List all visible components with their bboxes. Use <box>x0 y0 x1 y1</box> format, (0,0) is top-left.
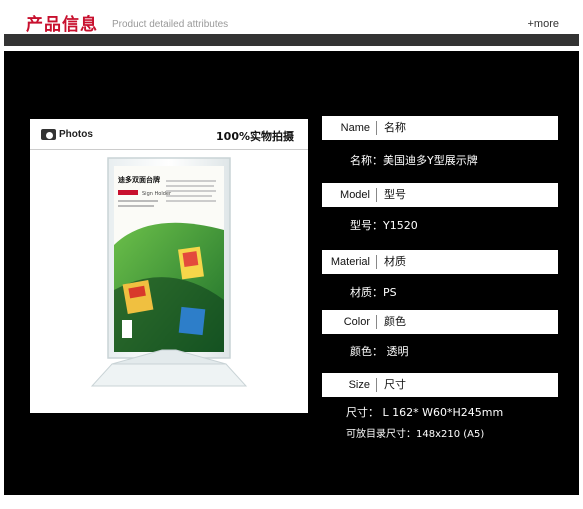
page-header: 产品信息 Product detailed attributes +more <box>0 0 583 36</box>
camera-icon <box>41 129 56 140</box>
spec-row-material: Material 材质 <box>322 250 558 274</box>
more-link[interactable]: +more <box>528 18 560 30</box>
product-photo-card: Photos 100%实物拍摄 迪多双面台牌 Sign Holder <box>30 119 308 413</box>
spec-value-catalog-size: 可放目录尺寸：148x210 (A5) <box>346 429 485 440</box>
spec-key-material: Material <box>330 256 370 268</box>
spec-value-name: 名称：美国迪多Y型展示牌 <box>350 154 478 167</box>
spec-value-color: 颜色： 透明 <box>350 345 409 358</box>
spec-key-size: Size <box>348 379 370 391</box>
spec-separator <box>376 188 377 202</box>
spec-key-cn-size: 尺寸 <box>384 378 406 391</box>
spec-key-cn-name: 名称 <box>384 121 406 134</box>
spec-row-size: Size 尺寸 <box>322 373 558 397</box>
spec-row-model: Model 型号 <box>322 183 558 207</box>
product-image: 迪多双面台牌 Sign Holder <box>90 157 248 387</box>
section-subtitle: Product detailed attributes <box>112 19 229 30</box>
spec-key-color: Color <box>343 316 370 328</box>
spec-separator <box>376 315 377 329</box>
spec-key-cn-model: 型号 <box>384 188 406 201</box>
spec-separator <box>376 378 377 392</box>
spec-key-name: Name <box>340 122 370 134</box>
spec-value-size: 尺寸： L 162* W60*H245mm <box>346 406 504 419</box>
section-title: 产品信息 <box>26 15 98 35</box>
photo-card-header: Photos 100%实物拍摄 <box>30 119 308 149</box>
spec-key-cn-material: 材质 <box>384 255 406 268</box>
spec-value-material: 材质：PS <box>350 286 397 299</box>
spec-value-model: 型号：Y1520 <box>350 219 418 232</box>
spec-key-model: Model <box>340 189 370 201</box>
spec-separator <box>376 121 377 135</box>
sign-title-text: 迪多双面台牌 <box>118 175 160 184</box>
spec-row-name: Name 名称 <box>322 116 558 140</box>
spec-key-cn-color: 颜色 <box>384 315 406 328</box>
photo-caption: 100%实物拍摄 <box>216 130 294 143</box>
header-divider-bar <box>4 34 579 46</box>
spec-separator <box>376 255 377 269</box>
photo-label: Photos <box>59 129 93 140</box>
spec-row-color: Color 颜色 <box>322 310 558 334</box>
